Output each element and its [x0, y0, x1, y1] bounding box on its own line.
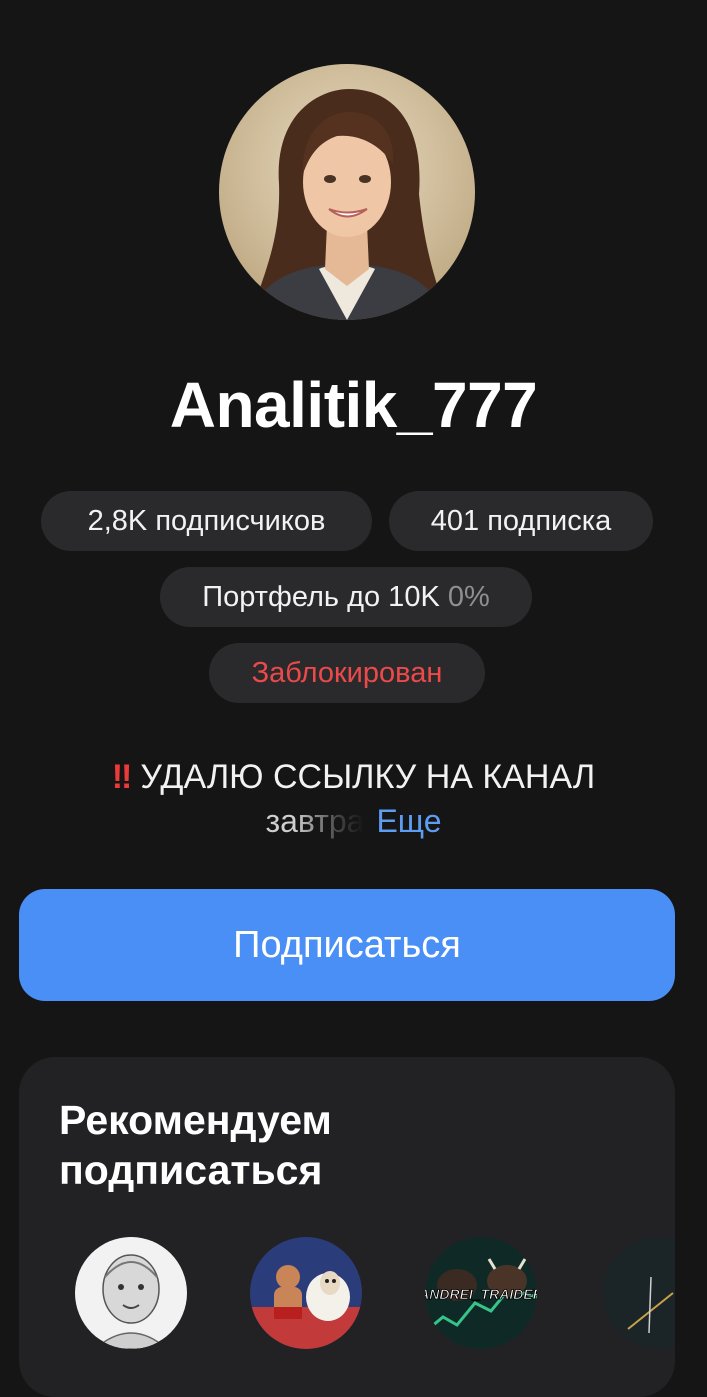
double-exclamation-icon: ‼ — [111, 758, 132, 796]
subscribe-button[interactable]: Подписаться — [19, 889, 675, 1001]
recommended-channel-avatar-1[interactable] — [75, 1237, 187, 1349]
profile-status-continued: завтра Еще — [0, 800, 707, 842]
recommendations-title: Рекомендуем подписаться — [59, 1097, 332, 1193]
followers-chip[interactable]: 2,8K подписчиков — [41, 491, 372, 551]
andrei-traider-logo-text: ANDREI_TRAIDER — [425, 1286, 537, 1302]
status-line-2: завтра — [265, 803, 365, 839]
profile-status: ‼ УДАЛЮ ССЫЛКУ НА КАНАЛ — [0, 756, 707, 798]
profile-avatar[interactable] — [219, 64, 475, 320]
following-chip[interactable]: 401 подписка — [389, 491, 653, 551]
blocked-badge: Заблокирован — [209, 643, 485, 703]
recommended-channel-avatar-4[interactable] — [603, 1237, 675, 1349]
wrestler-sheep-avatar — [250, 1237, 362, 1349]
status-line-1: УДАЛЮ ССЫЛКУ НА КАНАЛ — [140, 758, 596, 796]
recommended-channel-avatar-3[interactable]: ANDREI_TRAIDER — [425, 1237, 537, 1349]
profile-username: Analitik_777 — [169, 369, 538, 441]
portfolio-label: Портфель до 10K — [202, 581, 440, 613]
more-link[interactable]: Еще — [376, 803, 441, 839]
recommendations-card: Рекомендуем подписаться ANDREI_TRAIDER — [19, 1057, 675, 1397]
portfolio-value: 0% — [447, 581, 490, 613]
recommended-channel-avatar-2[interactable] — [250, 1237, 362, 1349]
sketch-portrait-avatar — [75, 1237, 187, 1349]
chart-line-avatar — [603, 1237, 675, 1349]
portfolio-chip[interactable]: Портфель до 10K 0% — [160, 567, 532, 627]
bull-bear-trader-avatar: ANDREI_TRAIDER — [425, 1237, 537, 1349]
